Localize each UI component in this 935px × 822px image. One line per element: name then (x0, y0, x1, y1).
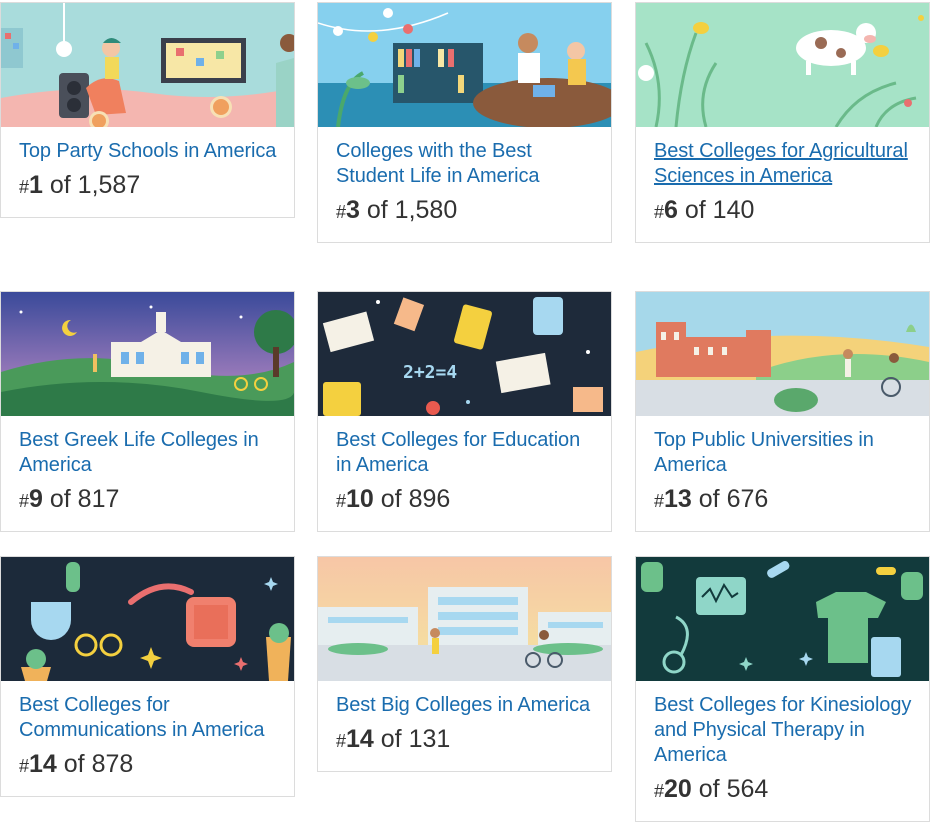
ranking-title-link[interactable]: Colleges with the Best Student Life in A… (336, 139, 594, 189)
ranking-position: #14 of 878 (19, 750, 134, 778)
ranking-title-link[interactable]: Top Party Schools in America (19, 139, 277, 164)
ranking-card[interactable]: Best Greek Life Colleges in America #9 o… (0, 291, 295, 532)
party-scene-image (1, 3, 294, 127)
ranking-card[interactable]: Best Big Colleges in America #14 of 131 (317, 556, 612, 772)
ranking-card[interactable]: Best Colleges for Communications in Amer… (0, 556, 295, 797)
education-scene-image: 2+2=4 (318, 292, 611, 416)
ranking-position: #10 of 896 (336, 485, 451, 513)
ranking-position: #14 of 131 (336, 725, 451, 753)
ranking-title-link[interactable]: Best Big Colleges in America (336, 693, 594, 718)
ranking-position: #20 of 564 (654, 775, 769, 803)
kinesiology-scene-image (636, 557, 929, 681)
ranking-card[interactable]: Best Colleges for Agricultural Sciences … (635, 2, 930, 243)
ranking-title-link[interactable]: Best Colleges for Kinesiology and Physic… (654, 693, 912, 768)
ranking-position: #9 of 817 (19, 485, 120, 513)
student-life-scene-image (318, 3, 611, 127)
ranking-card[interactable]: Best Colleges for Kinesiology and Physic… (635, 556, 930, 822)
ranking-title-link[interactable]: Best Colleges for Education in America (336, 428, 594, 478)
svg-text:2+2=4: 2+2=4 (403, 362, 457, 383)
ranking-position: #1 of 1,587 (19, 171, 141, 199)
big-college-scene-image (318, 557, 611, 681)
ranking-title-link[interactable]: Best Greek Life Colleges in America (19, 428, 277, 478)
ranking-position: #3 of 1,580 (336, 196, 458, 224)
ranking-card[interactable]: Top Public Universities in America #13 o… (635, 291, 930, 532)
ranking-card[interactable]: 2+2=4 Best Colleges for Education in Ame… (317, 291, 612, 532)
ranking-card[interactable]: Colleges with the Best Student Life in A… (317, 2, 612, 243)
communications-scene-image (1, 557, 294, 681)
agriculture-scene-image (636, 3, 929, 127)
ranking-title-link[interactable]: Best Colleges for Communications in Amer… (19, 693, 277, 743)
ranking-position: #13 of 676 (654, 485, 769, 513)
ranking-card[interactable]: Top Party Schools in America #1 of 1,587 (0, 2, 295, 218)
ranking-position: #6 of 140 (654, 196, 755, 224)
public-university-scene-image (636, 292, 929, 416)
ranking-title-link[interactable]: Best Colleges for Agricultural Sciences … (654, 139, 912, 189)
ranking-title-link[interactable]: Top Public Universities in America (654, 428, 912, 478)
greek-life-scene-image (1, 292, 294, 416)
